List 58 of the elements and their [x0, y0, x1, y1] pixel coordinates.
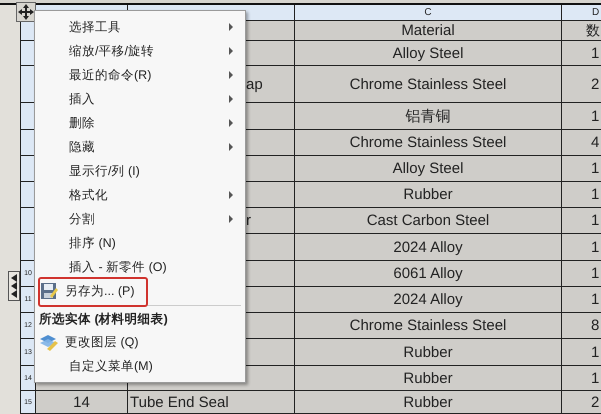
table-cell: 1	[562, 41, 601, 66]
column-header[interactable]: C	[295, 5, 562, 21]
table-cell: 4	[562, 130, 601, 156]
table-cell: Material	[295, 21, 562, 41]
menu-item[interactable]: 排序 (N)	[37, 231, 243, 255]
menu-item[interactable]: 另存为... (P)	[37, 279, 243, 303]
table-cell: 1	[562, 366, 601, 391]
table-cell: 6061 Alloy	[295, 261, 562, 287]
table-cell: Alloy Steel	[295, 41, 562, 66]
submenu-arrow-icon	[229, 23, 233, 31]
table-cell: 1	[562, 156, 601, 182]
menu-item[interactable]: 缩放/平移/旋转	[37, 39, 243, 63]
table-cell: Tube End Seal	[128, 391, 295, 414]
table-cell: 1	[562, 103, 601, 130]
table-cell: 2	[562, 391, 601, 414]
menu-item[interactable]: 自定义菜单(M)	[37, 354, 243, 378]
menu-item[interactable]: 插入 - 新零件 (O)	[37, 255, 243, 279]
table-cell: Chrome Stainless Steel	[295, 313, 562, 339]
menu-item[interactable]: 显示行/列 (I)	[37, 159, 243, 183]
table-cell: 14	[36, 391, 128, 414]
table-cell: 1	[562, 339, 601, 366]
table-cell: Rubber	[295, 391, 562, 414]
menu-item[interactable]: 选择工具	[37, 15, 243, 39]
menu-item[interactable]: 更改图层 (Q)	[37, 330, 243, 354]
table-cell: 1	[562, 182, 601, 208]
table-cell: 1	[562, 287, 601, 313]
menu-item[interactable]: 格式化	[37, 183, 243, 207]
column-header[interactable]: D	[562, 5, 601, 21]
submenu-arrow-icon	[229, 215, 233, 223]
table-cell: 数	[562, 21, 601, 41]
table-cell: 2	[562, 66, 601, 103]
table-cell: 1	[562, 208, 601, 234]
layers-pencil-icon	[39, 333, 59, 351]
table-cell: Rubber	[295, 339, 562, 366]
submenu-arrow-icon	[229, 119, 233, 127]
table-cell: Chrome Stainless Steel	[295, 66, 562, 103]
table-cell: 8	[562, 313, 601, 339]
table-cell: Cast Carbon Steel	[295, 208, 562, 234]
menu-item[interactable]: 隐藏	[37, 135, 243, 159]
menu-section-title: 所选实体 (材料明细表)	[38, 310, 169, 328]
table-cell: 2024 Alloy	[295, 287, 562, 313]
table-cell: 2024 Alloy	[295, 234, 562, 261]
submenu-arrow-icon	[229, 47, 233, 55]
table-cell: Chrome Stainless Steel	[295, 130, 562, 156]
menu-item[interactable]: 删除	[37, 111, 243, 135]
floppy-pencil-icon	[39, 282, 59, 300]
table-cell: Rubber	[295, 366, 562, 391]
table-cell: 铝青铜	[295, 103, 562, 130]
submenu-arrow-icon	[229, 143, 233, 151]
table-cell: Rubber	[295, 182, 562, 208]
submenu-arrow-icon	[229, 95, 233, 103]
submenu-arrow-icon	[229, 71, 233, 79]
submenu-arrow-icon	[229, 191, 233, 199]
collapse-arrows-icon[interactable]	[8, 271, 20, 301]
move-handle-icon[interactable]	[16, 2, 36, 22]
table-cell: 1	[562, 234, 601, 261]
table-cell: 1	[562, 261, 601, 287]
table-cell: Alloy Steel	[295, 156, 562, 182]
